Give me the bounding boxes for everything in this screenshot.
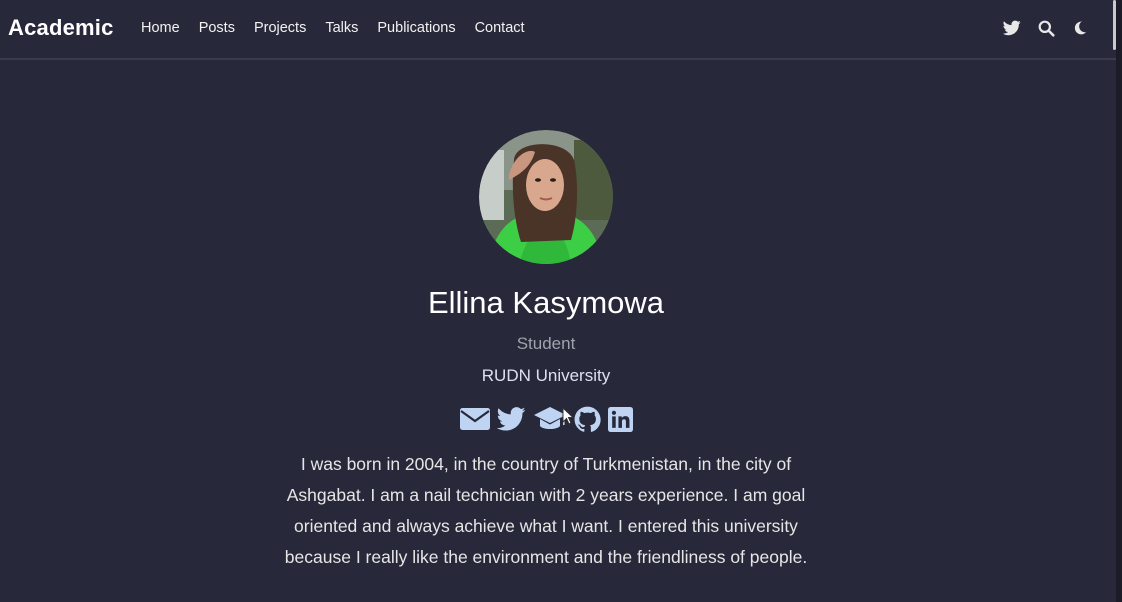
page: Academic Home Posts Projects Talks Publi… — [0, 0, 1122, 602]
profile-role: Student — [516, 334, 576, 353]
nav-posts[interactable]: Posts — [199, 20, 235, 36]
twitter-icon[interactable] — [496, 405, 526, 433]
nav-contact[interactable]: Contact — [475, 20, 525, 36]
twitter-icon[interactable] — [1002, 18, 1022, 38]
profile-name: Ellina Kasymowa — [427, 285, 665, 320]
mouse-cursor-icon — [562, 406, 575, 430]
profile-organization[interactable]: RUDN University — [0, 365, 1092, 387]
nav-home[interactable]: Home — [141, 20, 180, 36]
nav-projects[interactable]: Projects — [254, 20, 306, 36]
scrollbar-thumb[interactable] — [1113, 0, 1116, 50]
envelope-icon[interactable] — [459, 405, 490, 433]
linkedin-icon[interactable] — [607, 405, 633, 433]
navbar: Academic Home Posts Projects Talks Publi… — [0, 0, 1116, 60]
profile-bio: I was born in 2004, in the country of Tu… — [284, 454, 808, 567]
social-links — [0, 405, 1092, 433]
moon-icon[interactable] — [1070, 18, 1090, 38]
github-icon[interactable] — [574, 405, 601, 433]
avatar — [479, 130, 613, 264]
profile-section: Ellina Kasymowa Student RUDN University … — [0, 130, 1092, 573]
nav-icons — [988, 18, 1090, 38]
nav-publications[interactable]: Publications — [377, 20, 455, 36]
nav-talks[interactable]: Talks — [325, 20, 358, 36]
site-brand[interactable]: Academic — [8, 15, 114, 41]
search-icon[interactable] — [1036, 18, 1056, 38]
scrollbar-track[interactable] — [1116, 0, 1122, 602]
nav-links: Home Posts Projects Talks Publications C… — [141, 20, 544, 36]
